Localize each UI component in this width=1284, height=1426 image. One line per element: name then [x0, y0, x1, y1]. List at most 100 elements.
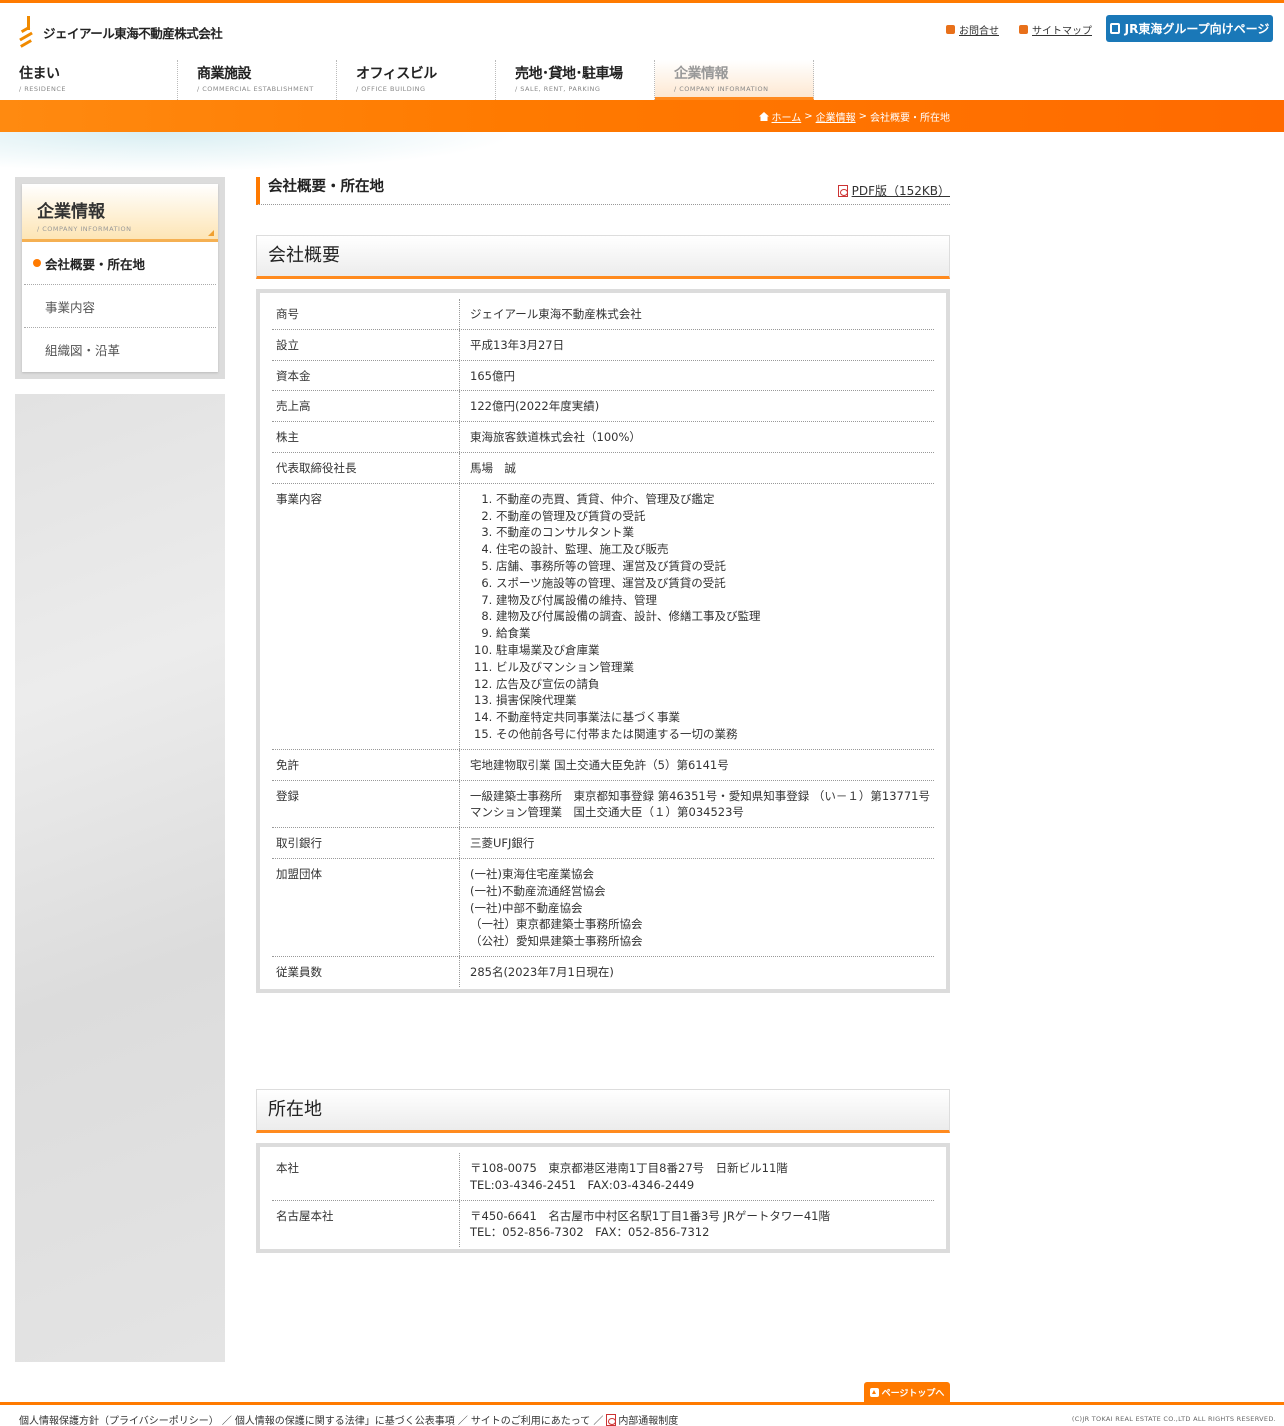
sidebar-item-overview[interactable]: 会社概要・所在地 [24, 242, 216, 285]
business-list: 不動産の売買、賃貸、仲介、管理及び鑑定 不動産の管理及び賃貸の受託 不動産のコン… [470, 491, 934, 743]
row-value: 〒108-0075 東京都港区港南1丁目8番27号 日新ビル11階 TEL:03… [460, 1153, 934, 1200]
top-accent-bar [0, 0, 1284, 3]
table-row: 代表取締役社長 馬場 誠 [272, 452, 934, 484]
bullet-icon [946, 25, 955, 34]
nav-label: 企業情報 [674, 66, 729, 82]
footer-accent-bar [0, 1402, 1284, 1405]
row-value: 〒450-6641 名古屋市中村区名駅1丁目1番3号 JRゲートタワー41階 T… [460, 1201, 934, 1248]
row-value: 平成13年3月27日 [470, 337, 565, 352]
value-line: TEL：052-856-7302 FAX：052-856-7312 [470, 1225, 710, 1240]
value-line: 〒450-6641 名古屋市中村区名駅1丁目1番3号 JRゲートタワー41階 [470, 1208, 830, 1223]
row-value: 三菱UFJ銀行 [470, 836, 535, 851]
nav-item-company[interactable]: 企業情報 / COMPANY INFORMATION [655, 60, 814, 100]
footer-links: 個人情報保護方針（プライバシーポリシー） ／ 個人情報の保護に関する法律」に基づ… [19, 1412, 678, 1426]
row-label: 商号 [272, 299, 460, 329]
footer-separator: ／ [457, 1416, 468, 1426]
jr-group-page-button[interactable]: JR東海グループ向けページ [1106, 15, 1273, 42]
nav-label: オフィスビル [356, 66, 437, 82]
bullet-icon [1019, 25, 1028, 34]
contact-link[interactable]: お問合せ [959, 22, 999, 37]
location-table: 本社 〒108-0075 東京都港区港南1丁目8番27号 日新ビル11階 TEL… [256, 1143, 950, 1254]
sidebar-item-business[interactable]: 事業内容 [24, 285, 216, 328]
location-heading: 所在地 [268, 1099, 322, 1120]
nav-sublabel: / OFFICE BUILDING [356, 85, 426, 93]
home-icon [758, 112, 769, 121]
row-label: 加盟団体 [272, 858, 460, 956]
list-item: その他前各号に付帯または関連する一切の業務 [496, 726, 934, 743]
nav-item-residence[interactable]: 住まい / RESIDENCE [19, 60, 178, 100]
list-item: 駐車場業及び倉庫業 [496, 642, 934, 659]
value-line: （公社）愛知県建築士事務所協会 [470, 934, 643, 949]
value-line: (一社)東海住宅産業協会 [470, 866, 594, 881]
footer-link-privacy[interactable]: 個人情報保護方針（プライバシーポリシー） [19, 1412, 219, 1426]
row-label: 売上高 [272, 391, 460, 422]
nav-item-commercial[interactable]: 商業施設 / COMMERCIAL ESTABLISHMENT [178, 60, 337, 100]
row-label: 資本金 [272, 360, 460, 391]
table-row: 事業内容 不動産の売買、賃貸、仲介、管理及び鑑定 不動産の管理及び賃貸の受託 不… [272, 483, 934, 750]
nav-item-office[interactable]: オフィスビル / OFFICE BUILDING [337, 60, 496, 100]
table-row: 名古屋本社 〒450-6641 名古屋市中村区名駅1丁目1番3号 JRゲートタワ… [272, 1200, 934, 1248]
list-item: 不動産の管理及び賃貸の受託 [496, 508, 934, 525]
row-label: 取引銀行 [272, 828, 460, 858]
breadcrumb-company-link[interactable]: 企業情報 [816, 109, 856, 124]
list-item: 広告及び宣伝の請負 [496, 676, 934, 693]
global-nav: 住まい / RESIDENCE 商業施設 / COMMERCIAL ESTABL… [19, 60, 814, 100]
list-item: 建物及び付属設備の調査、設計、修繕工事及び監理 [496, 608, 934, 625]
footer-link-whistleblowing[interactable]: 内部通報制度 [618, 1412, 678, 1426]
pdf-link-group: PDF版（152KB） [837, 182, 950, 199]
row-value: 122億円(2022年度実績) [470, 399, 600, 414]
row-label: 設立 [272, 329, 460, 360]
footer-link-terms[interactable]: サイトのご利用にあたって [471, 1412, 591, 1426]
decorative-glow [0, 132, 520, 172]
row-value: 宅地建物取引業 国土交通大臣免許（5）第6141号 [470, 757, 729, 772]
value-line: (一社)中部不動産協会 [470, 900, 583, 915]
row-label: 本社 [272, 1153, 460, 1200]
list-item: 不動産特定共同事業法に基づく事業 [496, 709, 934, 726]
page-top-button[interactable]: ページトップへ [864, 1382, 950, 1402]
nav-item-sale-rent-parking[interactable]: 売地･貸地･駐車場 / SALE, RENT, PARKING [496, 60, 655, 100]
sitemap-link[interactable]: サイトマップ [1032, 22, 1092, 37]
sidebar: 企業情報 / COMPANY INFORMATION 会社概要・所在地 事業内容… [15, 177, 225, 379]
breadcrumb: ホーム > 企業情報 > 会社概要・所在地 [758, 109, 950, 124]
logo-mark-icon [19, 16, 39, 48]
value-line: 一級建築士事務所 東京都知事登録 第46351号・愛知県知事登録 （い－１）第1… [470, 788, 930, 803]
breadcrumb-current: 会社概要・所在地 [870, 113, 950, 124]
table-row: 取引銀行 三菱UFJ銀行 [272, 828, 934, 859]
list-item: 不動産のコンサルタント業 [496, 524, 934, 541]
row-value: 一級建築士事務所 東京都知事登録 第46351号・愛知県知事登録 （い－１）第1… [460, 781, 934, 828]
sidebar-item-organization[interactable]: 組織図・沿革 [24, 328, 216, 371]
row-value: 165億円 [470, 368, 515, 383]
sidebar-item-label: 会社概要・所在地 [45, 256, 146, 272]
row-label: 代表取締役社長 [272, 452, 460, 483]
overview-table: 商号 ジェイアール東海不動産株式会社 設立 平成13年3月27日 資本金 165… [256, 289, 950, 993]
row-value: (一社)東海住宅産業協会 (一社)不動産流通経営協会 (一社)中部不動産協会 （… [460, 859, 934, 956]
current-dot-icon [33, 259, 41, 267]
sidebar-subtitle: / COMPANY INFORMATION [37, 225, 132, 233]
list-item: 損害保険代理業 [496, 692, 934, 709]
row-label: 事業内容 [272, 483, 460, 749]
company-logo[interactable]: ジェイアール東海不動産株式会社 [19, 16, 223, 48]
breadcrumb-home-link[interactable]: ホーム [772, 109, 802, 124]
nav-label: 住まい [19, 66, 60, 82]
table-row: 本社 〒108-0075 東京都港区港南1丁目8番27号 日新ビル11階 TEL… [272, 1153, 934, 1201]
sidebar-title: 企業情報 [37, 202, 105, 222]
nav-sublabel: / COMPANY INFORMATION [674, 85, 769, 93]
copyright: (C)JR TOKAI REAL ESTATE CO.,LTD ALL RIGH… [1071, 1415, 1276, 1423]
row-label: 免許 [272, 749, 460, 780]
row-label: 株主 [272, 422, 460, 452]
value-line: マンション管理業 国土交通大臣（１）第034523号 [470, 805, 744, 820]
list-item: 店舗、事務所等の管理、運営及び賃貸の受託 [496, 558, 934, 575]
breadcrumb-separator: > [804, 111, 813, 122]
table-row: 加盟団体 (一社)東海住宅産業協会 (一社)不動産流通経営協会 (一社)中部不動… [272, 858, 934, 957]
footer-separator: ／ [221, 1416, 232, 1426]
table-row: 資本金 165億円 [272, 360, 934, 392]
pdf-icon [606, 1413, 617, 1426]
row-value: 不動産の売買、賃貸、仲介、管理及び鑑定 不動産の管理及び賃貸の受託 不動産のコン… [460, 484, 934, 749]
list-item: 住宅の設計、監理、施工及び販売 [496, 541, 934, 558]
list-item: 建物及び付属設備の維持、管理 [496, 592, 934, 609]
page-title: 会社概要・所在地 [268, 179, 384, 195]
pdf-download-link[interactable]: PDF版（152KB） [852, 182, 950, 199]
breadcrumb-band: ホーム > 企業情報 > 会社概要・所在地 [0, 100, 1284, 132]
company-name: ジェイアール東海不動産株式会社 [43, 25, 223, 41]
footer-link-disclosure[interactable]: 個人情報の保護に関する法律」に基づく公表事項 [235, 1412, 455, 1426]
